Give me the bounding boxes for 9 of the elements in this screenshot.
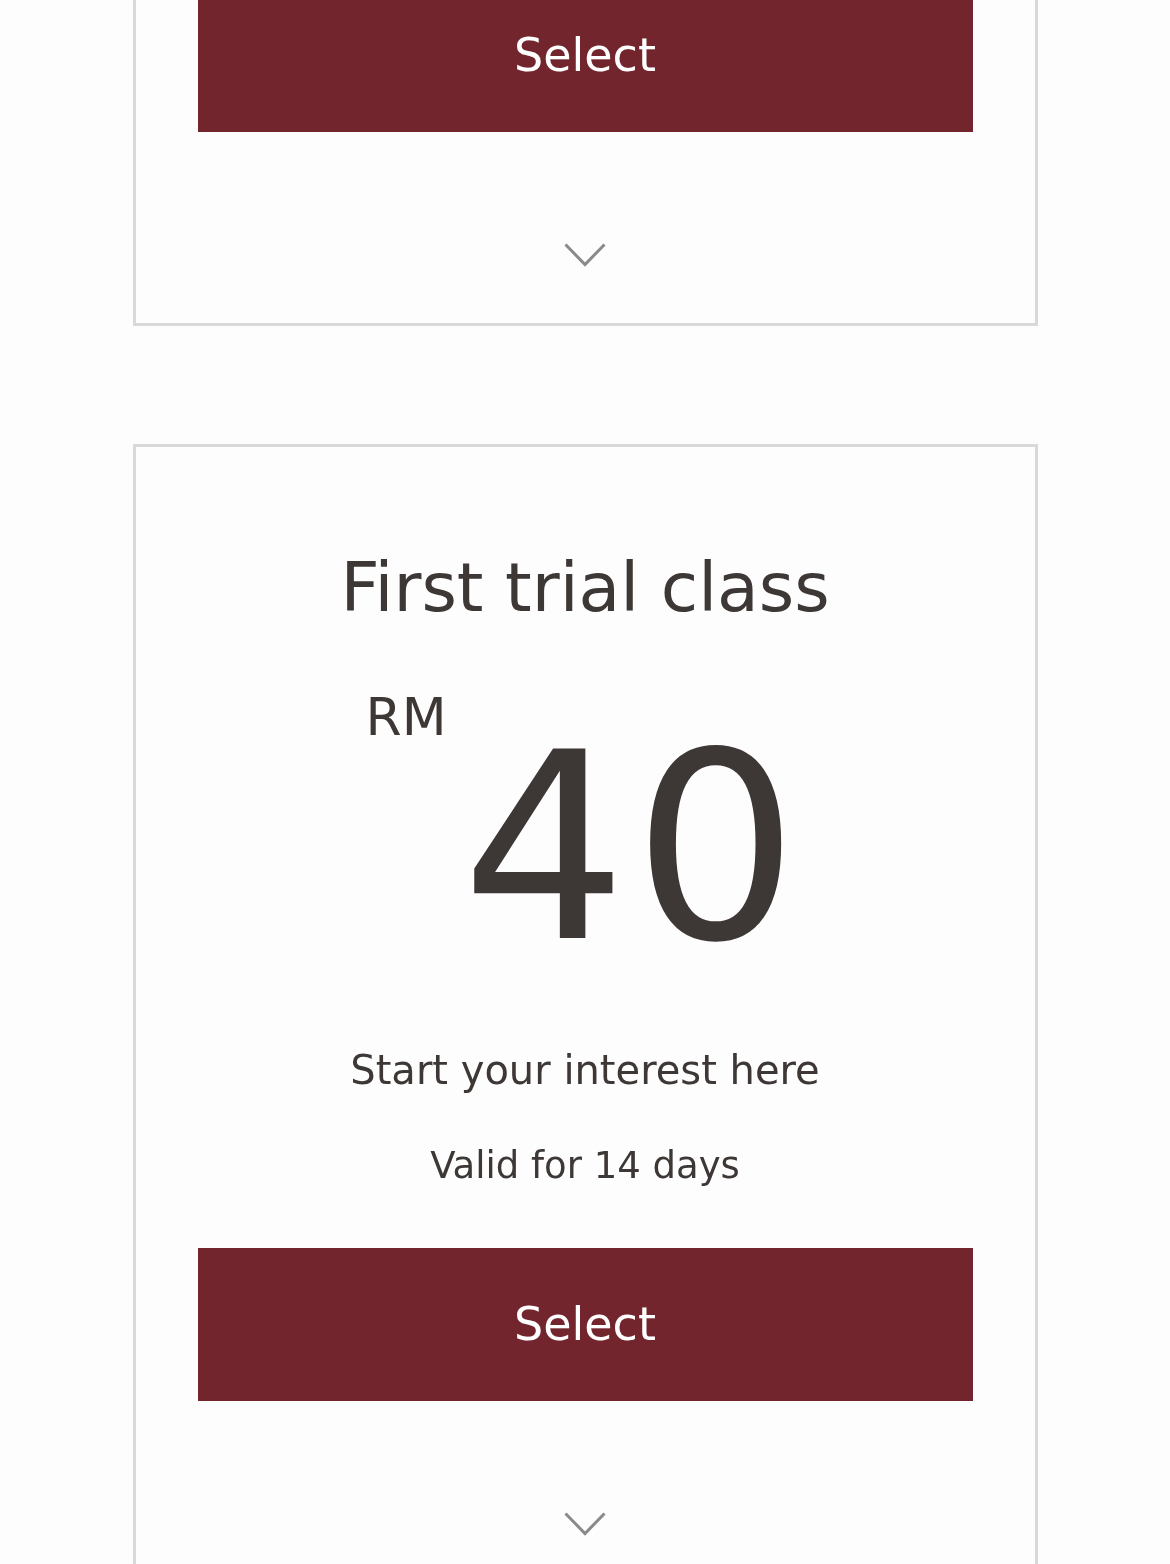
- chevron-down-icon[interactable]: [564, 1512, 606, 1536]
- currency-label: RM: [365, 685, 447, 748]
- plan-title: First trial class: [339, 547, 831, 629]
- select-button[interactable]: Select: [197, 0, 973, 132]
- plan-description: Start your interest here: [349, 1045, 821, 1094]
- validity-text: Valid for 14 days: [429, 1143, 741, 1188]
- price-amount: 40: [461, 717, 805, 978]
- chevron-down-icon[interactable]: [564, 243, 606, 267]
- select-button[interactable]: Select: [197, 1248, 973, 1401]
